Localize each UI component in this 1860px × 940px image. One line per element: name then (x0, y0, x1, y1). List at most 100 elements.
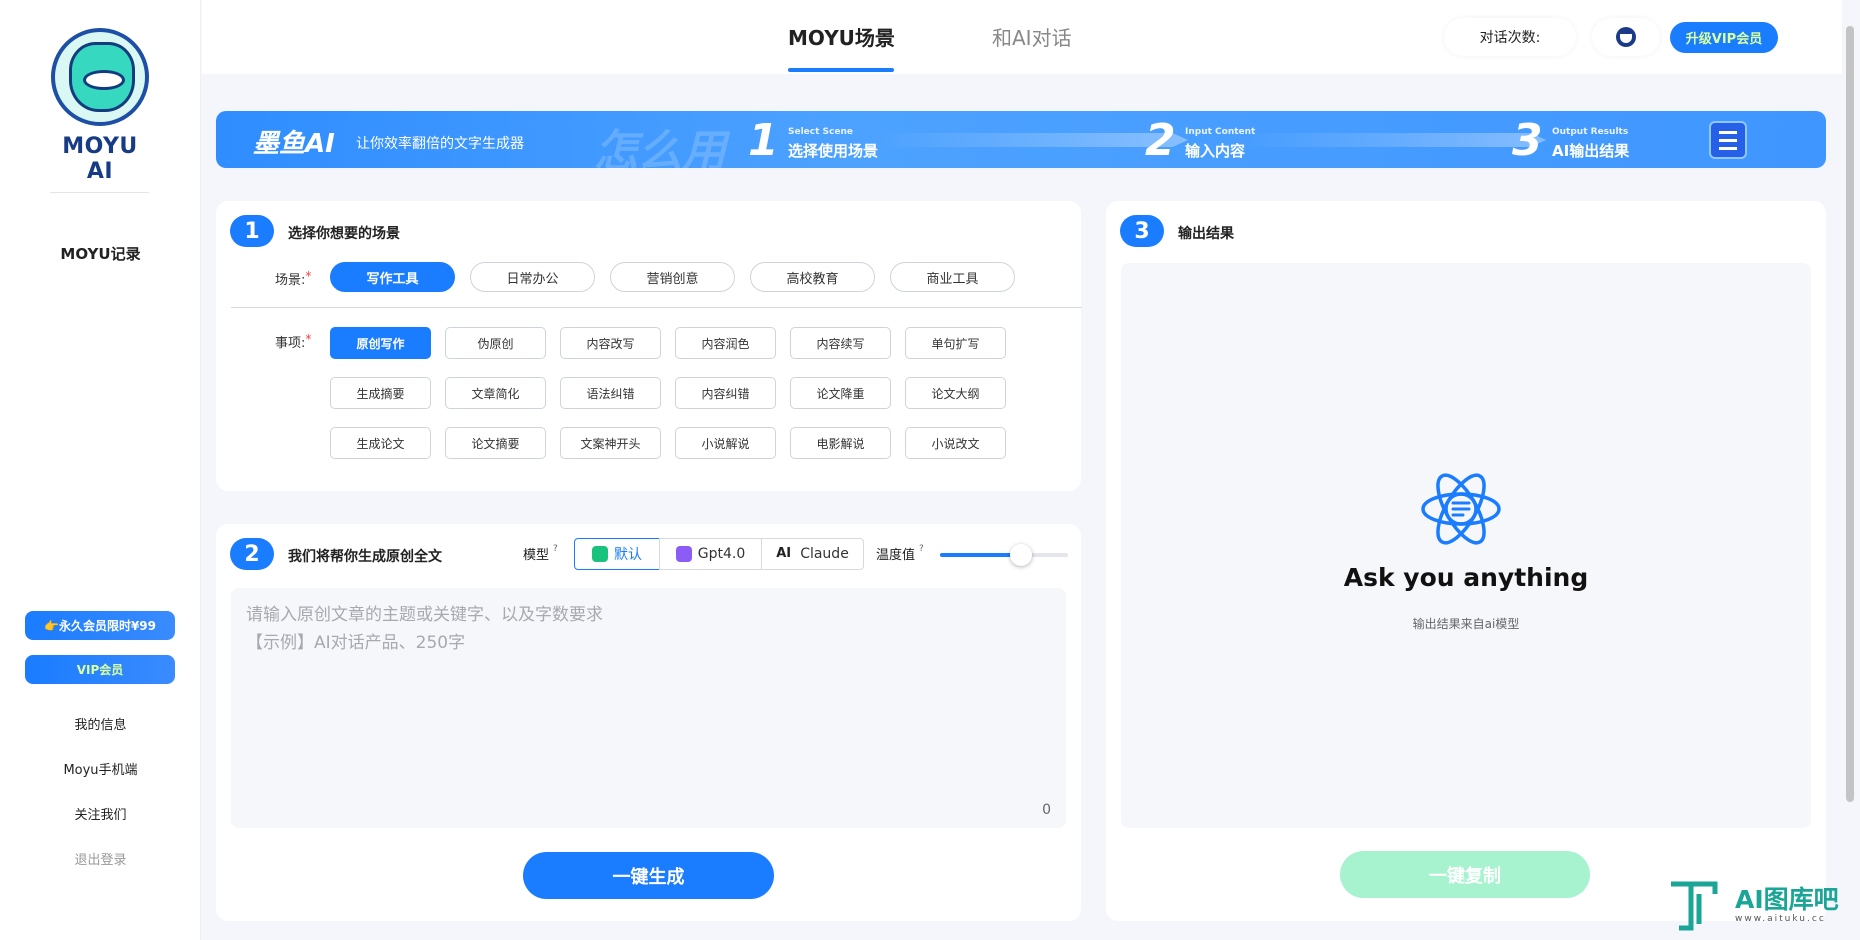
item-button[interactable]: 内容纠错 (675, 377, 776, 409)
banner-step-number: 3 (1512, 115, 1543, 166)
model-default-icon (592, 546, 608, 562)
scene-label: 场景:* (275, 269, 312, 288)
model-option-claude[interactable]: AI Claude (761, 538, 864, 570)
input-card: 2 我们将帮你生成原创全文 模型? 默认 Gpt4.0 AI Claude 温度… (216, 524, 1081, 921)
banner-step-en: Input Content (1185, 127, 1256, 137)
model-gpt-icon (675, 546, 692, 562)
scene-card: 1 选择你想要的场景 场景:* 写作工具 日常办公 营销创意 高校教育 商业工具… (216, 201, 1082, 491)
banner-arrow (1246, 133, 1546, 147)
sidebar: MOYU AI MOYU记录 👉永久会员限时¥99 VIP会员 我的信息 Moy… (0, 0, 201, 940)
slider-fill (940, 553, 1021, 557)
checklist-icon (1709, 121, 1747, 159)
copy-button[interactable]: 一键复制 (1340, 851, 1590, 898)
input-placeholder: 请输入原创文章的主题或关键字、以及字数要求 (246, 605, 603, 625)
banner-step-cn: 选择使用场景 (788, 142, 879, 160)
banner-step-en: Select Scene (788, 127, 853, 137)
watermark: AI图库吧 www.aituku.cc (1665, 876, 1860, 940)
item-button[interactable]: 内容改写 (560, 327, 661, 359)
sidebar-item-mobile[interactable]: Moyu手机端 (0, 759, 201, 778)
banner-ghost-text: 怎么用 (594, 126, 726, 168)
upgrade-vip-button[interactable]: 升级VIP会员 (1670, 22, 1778, 53)
avatar-icon (1616, 27, 1636, 47)
item-button[interactable]: 电影解说 (790, 427, 891, 459)
content-input[interactable]: 请输入原创文章的主题或关键字、以及字数要求 【示例】AI对话产品、250字 0 (231, 588, 1066, 828)
scrollbar[interactable] (1846, 26, 1854, 802)
logo-mascot-icon (51, 28, 149, 126)
item-button[interactable]: 小说改文 (905, 427, 1006, 459)
tab-moyu-scene[interactable]: MOYU场景 (788, 22, 895, 51)
item-button[interactable]: 原创写作 (330, 327, 431, 359)
help-icon: ? (919, 544, 924, 554)
output-area: Ask you anything 输出结果来自ai模型 (1121, 263, 1811, 828)
top-bar: MOYU场景 和AI对话 对话次数: 升级VIP会员 (202, 0, 1842, 74)
step-badge: 2 (230, 538, 274, 570)
sidebar-item-record[interactable]: MOYU记录 (0, 243, 201, 264)
model-label: 模型? (523, 544, 558, 563)
banner-slogan: 让你效率翻倍的文字生成器 (356, 136, 524, 152)
input-card-title: 我们将帮你生成原创全文 (288, 549, 442, 565)
scene-divider (231, 307, 1082, 308)
sidebar-item-follow-us[interactable]: 关注我们 (0, 804, 201, 823)
item-button[interactable]: 文章简化 (445, 377, 546, 409)
banner-step-cn: 输入内容 (1185, 142, 1246, 160)
step-badge: 1 (230, 215, 274, 247)
scene-card-title: 选择你想要的场景 (288, 226, 400, 242)
scene-pill[interactable]: 商业工具 (890, 262, 1015, 292)
watermark-url: www.aituku.cc (1735, 914, 1826, 924)
logout-link[interactable]: 退出登录 (0, 849, 201, 868)
logo-text: MOYU AI (62, 134, 138, 184)
slider-handle[interactable] (1009, 544, 1032, 566)
banner-step-number: 1 (748, 115, 779, 166)
atom-icon (1421, 473, 1501, 545)
item-button[interactable]: 论文降重 (790, 377, 891, 409)
banner-arrow (878, 133, 1188, 147)
step-badge: 3 (1120, 215, 1164, 247)
input-placeholder-example: 【示例】AI对话产品、250字 (246, 633, 466, 653)
lifetime-promo-button[interactable]: 👉永久会员限时¥99 (25, 611, 175, 640)
item-label: 事项:* (275, 332, 312, 351)
output-subtext: 输出结果来自ai模型 (1412, 617, 1520, 631)
item-button[interactable]: 内容润色 (675, 327, 776, 359)
model-option-gpt4[interactable]: Gpt4.0 (659, 538, 762, 570)
chat-count: 对话次数: (1444, 18, 1576, 56)
item-button[interactable]: 语法纠错 (560, 377, 661, 409)
sidebar-divider (50, 192, 149, 193)
user-menu[interactable] (1592, 18, 1660, 56)
item-button[interactable]: 单句扩写 (905, 327, 1006, 359)
help-icon: ? (553, 544, 558, 554)
watermark-title: AI图库吧 (1735, 885, 1839, 914)
generate-button[interactable]: 一键生成 (523, 852, 774, 899)
item-button[interactable]: 论文大纲 (905, 377, 1006, 409)
scene-pill[interactable]: 日常办公 (470, 262, 595, 292)
active-tab-indicator (788, 68, 894, 72)
vip-button[interactable]: VIP会员 (25, 655, 175, 684)
output-card-title: 输出结果 (1178, 226, 1234, 242)
scene-pill[interactable]: 营销创意 (610, 262, 735, 292)
item-button[interactable]: 生成摘要 (330, 377, 431, 409)
item-button[interactable]: 伪原创 (445, 327, 546, 359)
banner-step-number: 2 (1145, 115, 1176, 166)
item-button[interactable]: 文案神开头 (560, 427, 661, 459)
output-headline: Ask you anything (1343, 563, 1589, 592)
sidebar-item-my-info[interactable]: 我的信息 (0, 714, 201, 733)
banner-step-cn: AI输出结果 (1552, 142, 1630, 160)
model-option-default[interactable]: 默认 (574, 538, 660, 570)
output-card: 3 输出结果 Ask you anything 输出结果来自ai模型 一键复制 (1106, 201, 1826, 921)
watermark-logo-icon (1671, 881, 1718, 931)
tab-ai-chat[interactable]: 和AI对话 (992, 22, 1072, 51)
item-button[interactable]: 生成论文 (330, 427, 431, 459)
banner-brand: 墨鱼AI (253, 129, 335, 159)
scene-pill[interactable]: 高校教育 (750, 262, 875, 292)
banner-step-en: Output Results (1552, 127, 1629, 137)
item-button[interactable]: 论文摘要 (445, 427, 546, 459)
item-button[interactable]: 内容续写 (790, 327, 891, 359)
logo[interactable]: MOYU AI (50, 28, 150, 184)
item-button[interactable]: 小说解说 (675, 427, 776, 459)
how-to-banner: 墨鱼AI 让你效率翻倍的文字生成器 怎么用 1 Select Scene 选择使… (216, 111, 1826, 168)
temperature-slider[interactable] (940, 544, 1068, 566)
scene-pill[interactable]: 写作工具 (330, 262, 455, 292)
temperature-label: 温度值? (876, 544, 924, 563)
chat-count-label: 对话次数: (1479, 30, 1541, 46)
model-claude-icon: AI (776, 546, 792, 561)
char-count: 0 (1042, 802, 1051, 818)
